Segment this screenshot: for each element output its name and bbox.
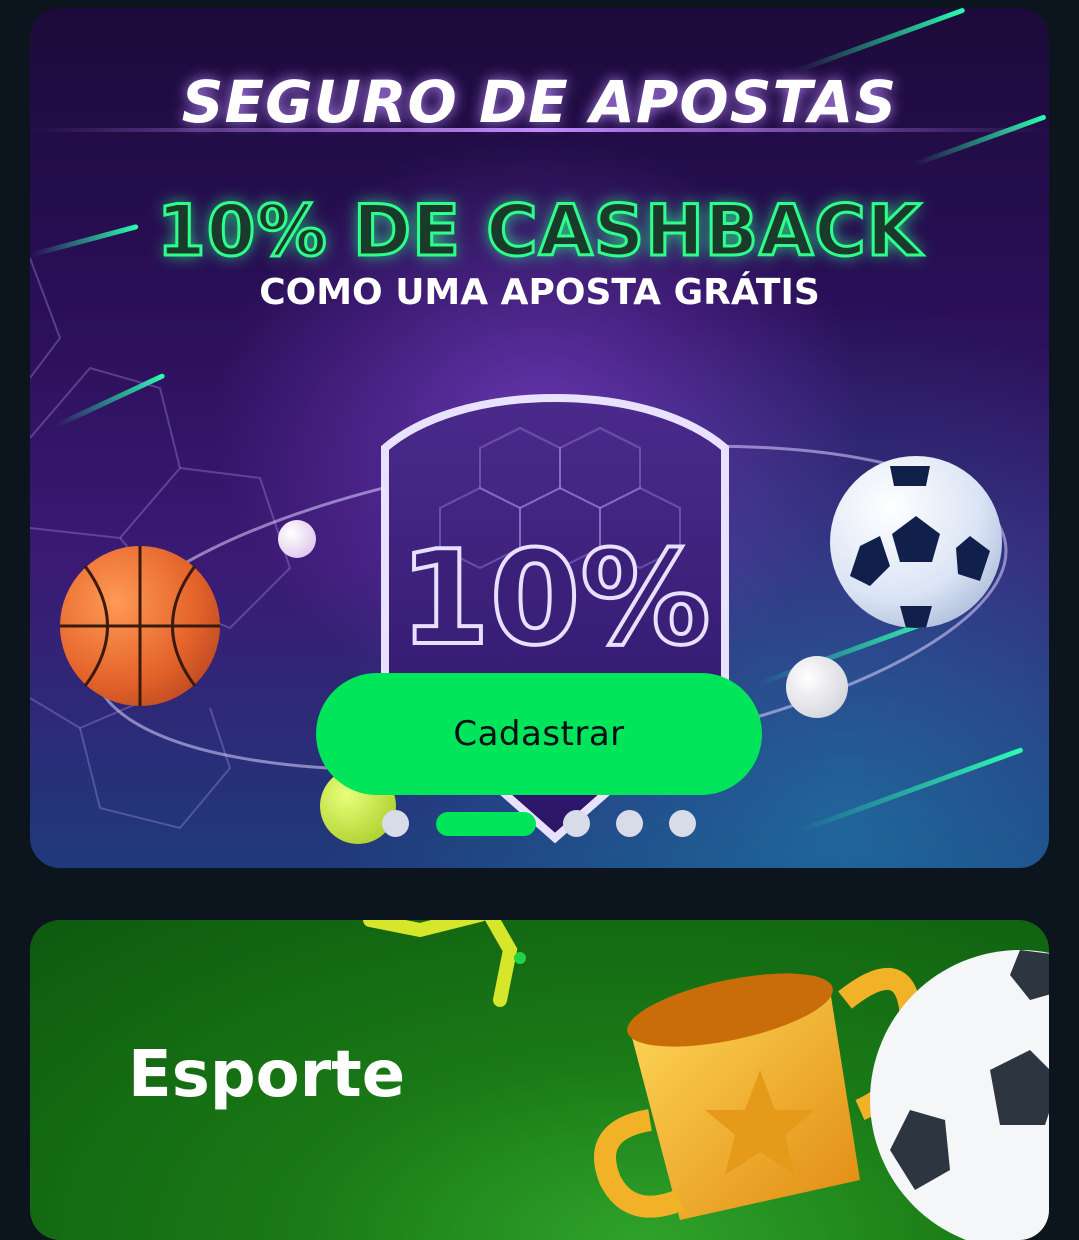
promo-banner[interactable]: SEGURO DE APOSTAS 10% DE CASHBACK COMO U… [30, 8, 1049, 868]
register-button[interactable]: Cadastrar [316, 673, 762, 795]
carousel-dot-1[interactable] [382, 810, 409, 837]
category-title: Esporte [128, 1038, 406, 1112]
soccer-ball-icon [870, 950, 1049, 1240]
promo-subheadline: COMO UMA APOSTA GRÁTIS [259, 272, 820, 313]
carousel-dot-3[interactable] [563, 810, 590, 837]
baseball-icon [786, 656, 848, 718]
orbit-sphere [278, 520, 316, 558]
sport-category-card[interactable]: Esporte [30, 920, 1049, 1240]
carousel-dot-5[interactable] [669, 810, 696, 837]
basketball-icon [60, 546, 220, 706]
promo-headline: SEGURO DE APOSTAS [181, 68, 898, 136]
headline-divider [30, 128, 1049, 132]
decorative-shape [363, 920, 526, 1007]
promo-offer: 10% DE CASHBACK [156, 189, 923, 274]
carousel-dot-4[interactable] [616, 810, 643, 837]
carousel-pagination [30, 810, 1049, 838]
carousel-dot-2-active[interactable] [436, 812, 536, 836]
soccer-ball-icon [830, 456, 1002, 628]
shield-percent-text: 10% [399, 522, 710, 674]
